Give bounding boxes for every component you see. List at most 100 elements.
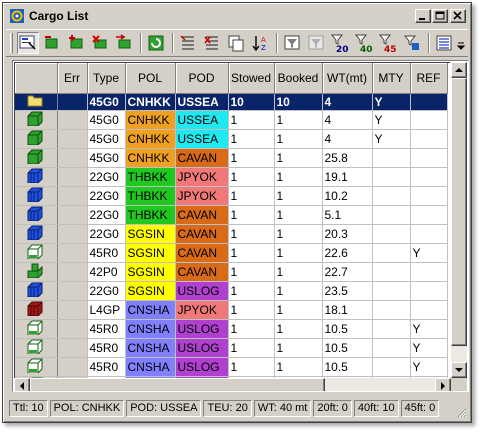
err-cell[interactable] [57, 93, 88, 111]
weight-cell[interactable]: 25.8 [322, 148, 373, 168]
table-row[interactable]: 45R0CNSHAUSLOG1110.5Y [15, 357, 448, 377]
weight-cell[interactable]: 18.1 [322, 300, 373, 320]
filter-40-button[interactable]: 40 [353, 32, 375, 54]
pod-cell[interactable]: USSEA [175, 129, 229, 149]
booked-cell[interactable]: 1 [274, 167, 323, 187]
type-cell[interactable]: 22G0 [87, 224, 126, 244]
ref-cell[interactable] [410, 148, 448, 168]
table-row[interactable]: L4GP CNSHA JPYOK 1 1 18.1 [15, 300, 448, 320]
booked-cell[interactable]: 1 [274, 148, 323, 168]
pol-cell[interactable]: SGSIN [125, 281, 176, 301]
mty-cell[interactable] [372, 281, 411, 301]
booked-cell[interactable]: 1 [274, 300, 323, 320]
row-icon-cell[interactable] [15, 224, 58, 244]
filter-clear-button[interactable] [305, 32, 327, 54]
ref-cell[interactable]: Y [410, 338, 448, 358]
weight-cell[interactable]: 22.6 [322, 243, 373, 263]
weight-cell[interactable]: 4 [322, 110, 373, 130]
pod-cell[interactable]: USSEA [175, 110, 229, 130]
table-row[interactable]: 45R0CNSHAUSLOG1110.5Y [15, 319, 448, 339]
row-icon-cell[interactable] [15, 110, 58, 130]
pol-cell[interactable]: THBKK [125, 167, 176, 187]
stowed-cell[interactable]: 1 [228, 186, 275, 206]
mty-cell[interactable]: Y [372, 93, 411, 111]
pol-cell[interactable]: THBKK [125, 205, 176, 225]
mty-cell[interactable] [372, 262, 411, 282]
booked-cell[interactable]: 1 [274, 243, 323, 263]
err-cell[interactable] [57, 338, 88, 358]
pol-cell[interactable]: SGSIN [125, 224, 176, 244]
weight-cell[interactable]: 5.1 [322, 205, 373, 225]
pol-cell[interactable]: THBKK [125, 186, 176, 206]
ref-cell[interactable] [410, 205, 448, 225]
booked-cell[interactable]: 10 [274, 93, 323, 111]
stowed-cell[interactable]: 1 [228, 281, 275, 301]
row-icon-cell[interactable] [15, 167, 58, 187]
type-cell[interactable]: 45G0 [87, 148, 126, 168]
list-button[interactable] [177, 32, 199, 54]
table-row[interactable]: 22G0 THBKK JPYOK 1 1 19.1 [15, 167, 448, 187]
row-icon-cell[interactable] [15, 319, 58, 339]
scroll-right-button[interactable] [435, 378, 451, 391]
scroll-down-button[interactable] [451, 362, 467, 378]
pod-cell[interactable]: JPYOK [175, 167, 229, 187]
mty-cell[interactable] [372, 224, 411, 244]
type-cell[interactable]: 45G0 [87, 129, 126, 149]
err-cell[interactable] [57, 167, 88, 187]
pod-cell[interactable]: JPYOK [175, 300, 229, 320]
booked-cell[interactable]: 1 [274, 110, 323, 130]
err-cell[interactable] [57, 129, 88, 149]
stowed-cell[interactable]: 1 [228, 262, 275, 282]
filter-45-button[interactable]: 45 [377, 32, 399, 54]
ref-cell[interactable] [410, 167, 448, 187]
ref-cell[interactable] [410, 93, 448, 111]
pod-cell[interactable]: CAVAN [175, 262, 229, 282]
header-type[interactable]: Type [87, 63, 126, 94]
refresh-button[interactable] [145, 32, 167, 54]
stowed-cell[interactable]: 1 [228, 338, 275, 358]
header-ref[interactable]: REF [410, 63, 448, 94]
pol-cell[interactable]: SGSIN [125, 262, 176, 282]
table-row[interactable]: 22G0 SGSIN USLOG 1 1 23.5 [15, 281, 448, 301]
header-mty[interactable]: MTY [372, 63, 411, 94]
weight-cell[interactable]: 4 [322, 129, 373, 149]
stowed-cell[interactable]: 1 [228, 167, 275, 187]
pol-cell[interactable]: CNSHA [125, 338, 176, 358]
stowed-cell[interactable]: 10 [228, 93, 275, 111]
stowed-cell[interactable]: 1 [228, 224, 275, 244]
toolbar-overflow-icon[interactable] [457, 42, 465, 50]
filter-button[interactable] [281, 32, 303, 54]
scroll-left-button[interactable] [14, 378, 30, 391]
stowed-cell[interactable]: 1 [228, 300, 275, 320]
err-cell[interactable] [57, 243, 88, 263]
mty-cell[interactable] [372, 338, 411, 358]
stowed-cell[interactable]: 1 [228, 205, 275, 225]
load-button[interactable] [41, 32, 63, 54]
row-icon-cell[interactable] [15, 262, 58, 282]
err-cell[interactable] [57, 357, 88, 377]
booked-cell[interactable]: 1 [274, 357, 323, 377]
ref-cell[interactable]: Y [410, 357, 448, 377]
err-cell[interactable] [57, 262, 88, 282]
pod-cell[interactable]: JPYOK [175, 186, 229, 206]
row-icon-cell[interactable] [15, 148, 58, 168]
ref-cell[interactable] [410, 281, 448, 301]
table-row[interactable]: 22G0 SGSIN CAVAN 1 1 20.3 [15, 224, 448, 244]
err-cell[interactable] [57, 186, 88, 206]
type-cell[interactable]: L4GP [87, 300, 126, 320]
pod-cell[interactable]: USLOG [175, 319, 229, 339]
pod-cell[interactable]: CAVAN [175, 224, 229, 244]
mty-cell[interactable] [372, 186, 411, 206]
header-err[interactable]: Err [57, 63, 88, 94]
delete-row-button[interactable] [89, 32, 111, 54]
filter-list-button[interactable] [201, 32, 223, 54]
ref-cell[interactable] [410, 262, 448, 282]
minimize-button[interactable] [415, 9, 431, 23]
weight-cell[interactable]: 20.3 [322, 224, 373, 244]
scroll-up-button[interactable] [451, 62, 467, 78]
header-pol[interactable]: POL [125, 63, 176, 94]
pod-cell[interactable]: USLOG [175, 338, 229, 358]
pod-cell[interactable]: CAVAN [175, 243, 229, 263]
mty-cell[interactable] [372, 319, 411, 339]
table-row[interactable]: 45G0 CNHKK USSEA 1 1 4 Y [15, 110, 448, 130]
